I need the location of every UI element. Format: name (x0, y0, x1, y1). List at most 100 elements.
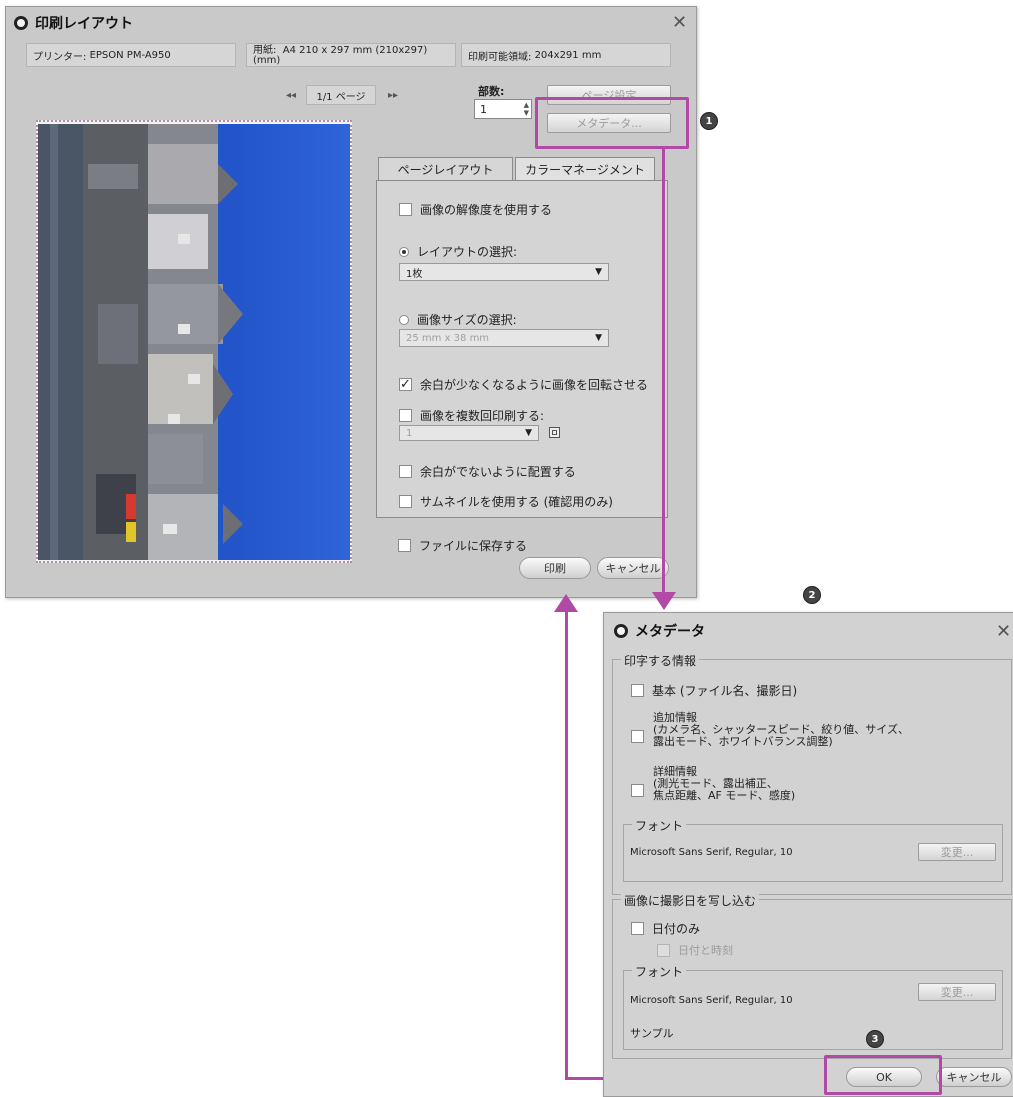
multi-print-dropdown[interactable]: 1 ▼ (399, 425, 539, 441)
printable-label: 印刷可能領域: (468, 51, 532, 63)
page-indicator: 1/1 ページ (306, 85, 376, 105)
size-select-row[interactable]: 画像サイズの選択: (399, 311, 517, 328)
save-file-row[interactable]: ファイルに保存する (398, 537, 527, 554)
printer-value: EPSON PM-A950 (89, 49, 171, 61)
save-file-checkbox[interactable] (398, 539, 411, 552)
return-line-vertical (565, 610, 568, 1080)
metadata-titlebar: メタデータ (614, 621, 705, 641)
tab-page-layout[interactable]: ページレイアウト (378, 157, 513, 181)
metadata-dialog: メタデータ ✕ 印字する情報 基本 (ファイル名、撮影日) 追加情報 (カメラ名… (603, 612, 1013, 1097)
layout-radio[interactable] (399, 246, 409, 257)
font-group: フォント Microsoft Sans Serif, Regular, 10 変… (623, 817, 1003, 882)
font-value-2: Microsoft Sans Serif, Regular, 10 (630, 995, 793, 1006)
use-resolution-checkbox[interactable] (399, 203, 412, 216)
basic-label: 基本 (ファイル名、撮影日) (652, 684, 798, 698)
layout-select-label: レイアウトの選択: (417, 245, 518, 259)
step-badge-2: 2 (803, 586, 821, 604)
ok-button-highlight (824, 1055, 942, 1095)
date-only-checkbox[interactable] (631, 922, 644, 935)
arrow-up-icon (554, 594, 578, 612)
step-badge-3: 3 (866, 1030, 884, 1048)
paper-unit: (mm) (253, 55, 281, 66)
rotate-checkbox[interactable]: ✓ (399, 378, 412, 391)
connector-line (662, 148, 665, 596)
font-group-2: フォント Microsoft Sans Serif, Regular, 10 変… (623, 963, 1003, 1050)
no-margin-label: 余白がでないように配置する (420, 465, 576, 479)
chevron-down-icon: ▼ (525, 428, 532, 438)
use-resolution-row[interactable]: 画像の解像度を使用する (399, 201, 552, 218)
multi-print-label: 画像を複数回印刷する: (420, 409, 545, 423)
thumbnail-checkbox[interactable] (399, 495, 412, 508)
printable-area-field: 印刷可能領域: 204x291 mm (461, 43, 671, 67)
thumbnail-row[interactable]: サムネイルを使用する (確認用のみ) (399, 493, 613, 510)
copies-label: 部数: (478, 85, 505, 98)
printer-field: プリンター: EPSON PM-A950 (26, 43, 236, 67)
no-margin-row[interactable]: 余白がでないように配置する (399, 463, 576, 480)
dialog-title: 印刷レイアウト (35, 16, 133, 32)
print-info-group: 印字する情報 基本 (ファイル名、撮影日) 追加情報 (カメラ名、シャッタースピ… (612, 652, 1012, 895)
dialog-titlebar: 印刷レイアウト (14, 13, 133, 33)
multi-print-checkbox[interactable] (399, 409, 412, 422)
printable-value: 204x291 mm (534, 49, 602, 61)
sample-label: サンプル (630, 1027, 674, 1040)
last-page-icon[interactable]: ▸▸ (388, 90, 398, 101)
date-only-row[interactable]: 日付のみ (631, 920, 700, 937)
size-select-label: 画像サイズの選択: (417, 313, 517, 327)
no-margin-checkbox[interactable] (399, 465, 412, 478)
close-icon[interactable]: ✕ (672, 14, 687, 32)
date-time-label: 日付と時刻 (678, 944, 733, 957)
close-icon[interactable]: ✕ (996, 623, 1011, 641)
date-time-row[interactable]: 日付と時刻 (657, 942, 733, 958)
cancel-button[interactable]: キャンセル (597, 557, 669, 579)
layout-dropdown-value: 1枚 (406, 268, 423, 280)
grid-icon[interactable] (549, 427, 560, 438)
size-dropdown[interactable]: 25 mm x 38 mm ▼ (399, 329, 609, 347)
date-only-label: 日付のみ (652, 922, 701, 936)
date-time-checkbox[interactable] (657, 943, 670, 957)
date-imprint-group-title: 画像に撮影日を写し込む (621, 892, 760, 909)
chevron-down-icon: ▼ (595, 267, 602, 277)
size-radio[interactable] (399, 314, 409, 325)
rotate-label: 余白が少なくなるように画像を回転させる (420, 378, 649, 392)
spinner-arrows-icon[interactable]: ▲ ▼ (524, 101, 529, 117)
detail-checkbox[interactable] (631, 784, 644, 797)
date-imprint-group: 画像に撮影日を写し込む 日付のみ 日付と時刻 フォント Microsoft Sa… (612, 892, 1012, 1059)
page-layout-panel: 画像の解像度を使用する レイアウトの選択: 1枚 ▼ 画像サイズの選択: 25 … (376, 180, 668, 518)
multi-print-value: 1 (406, 427, 413, 439)
basic-row[interactable]: 基本 (ファイル名、撮影日) (631, 682, 797, 699)
print-layout-dialog: 印刷レイアウト ✕ プリンター: EPSON PM-A950 用紙: A4 21… (5, 6, 697, 598)
font-group-2-title: フォント (632, 963, 687, 980)
copies-spinner[interactable]: 1 ▲ ▼ (474, 99, 532, 119)
rotate-row[interactable]: ✓ 余白が少なくなるように画像を回転させる (399, 376, 648, 393)
print-button[interactable]: 印刷 (519, 557, 591, 579)
printer-label: プリンター: (33, 51, 87, 63)
app-icon (614, 624, 628, 638)
thumbnail-label: サムネイルを使用する (確認用のみ) (420, 495, 613, 509)
metadata-title: メタデータ (635, 624, 705, 640)
paper-field: 用紙: A4 210 x 297 mm (210x297) (mm) (246, 43, 456, 67)
basic-checkbox[interactable] (631, 684, 644, 697)
multi-print-row[interactable]: 画像を複数回印刷する: (399, 407, 544, 424)
preview-image (38, 124, 350, 560)
additional-line2: 露出モード、ホワイトバランス調整) (653, 735, 833, 748)
preview-frame (36, 120, 352, 563)
size-dropdown-value: 25 mm x 38 mm (406, 332, 490, 344)
font-value: Microsoft Sans Serif, Regular, 10 (630, 847, 793, 858)
metadata-cancel-button[interactable]: キャンセル (936, 1067, 1012, 1087)
additional-checkbox[interactable] (631, 730, 644, 743)
change-font-button[interactable]: 変更... (918, 843, 996, 861)
layout-select-row[interactable]: レイアウトの選択: (399, 243, 517, 260)
step-badge-1: 1 (700, 112, 718, 130)
change-font-button-2[interactable]: 変更... (918, 983, 996, 1001)
tab-color-management[interactable]: カラーマネージメント (515, 157, 655, 181)
arrow-down-icon (652, 592, 676, 610)
copies-value: 1 (480, 103, 487, 116)
app-icon (14, 16, 28, 30)
layout-dropdown[interactable]: 1枚 ▼ (399, 263, 609, 281)
chevron-down-icon: ▼ (595, 333, 602, 343)
detail-line2: 焦点距離、AF モード、感度) (653, 789, 796, 802)
first-page-icon[interactable]: ◂◂ (286, 90, 296, 101)
page-indicator-text: 1/1 ページ (316, 91, 366, 103)
save-file-label: ファイルに保存する (419, 539, 528, 553)
font-group-title: フォント (632, 817, 687, 834)
